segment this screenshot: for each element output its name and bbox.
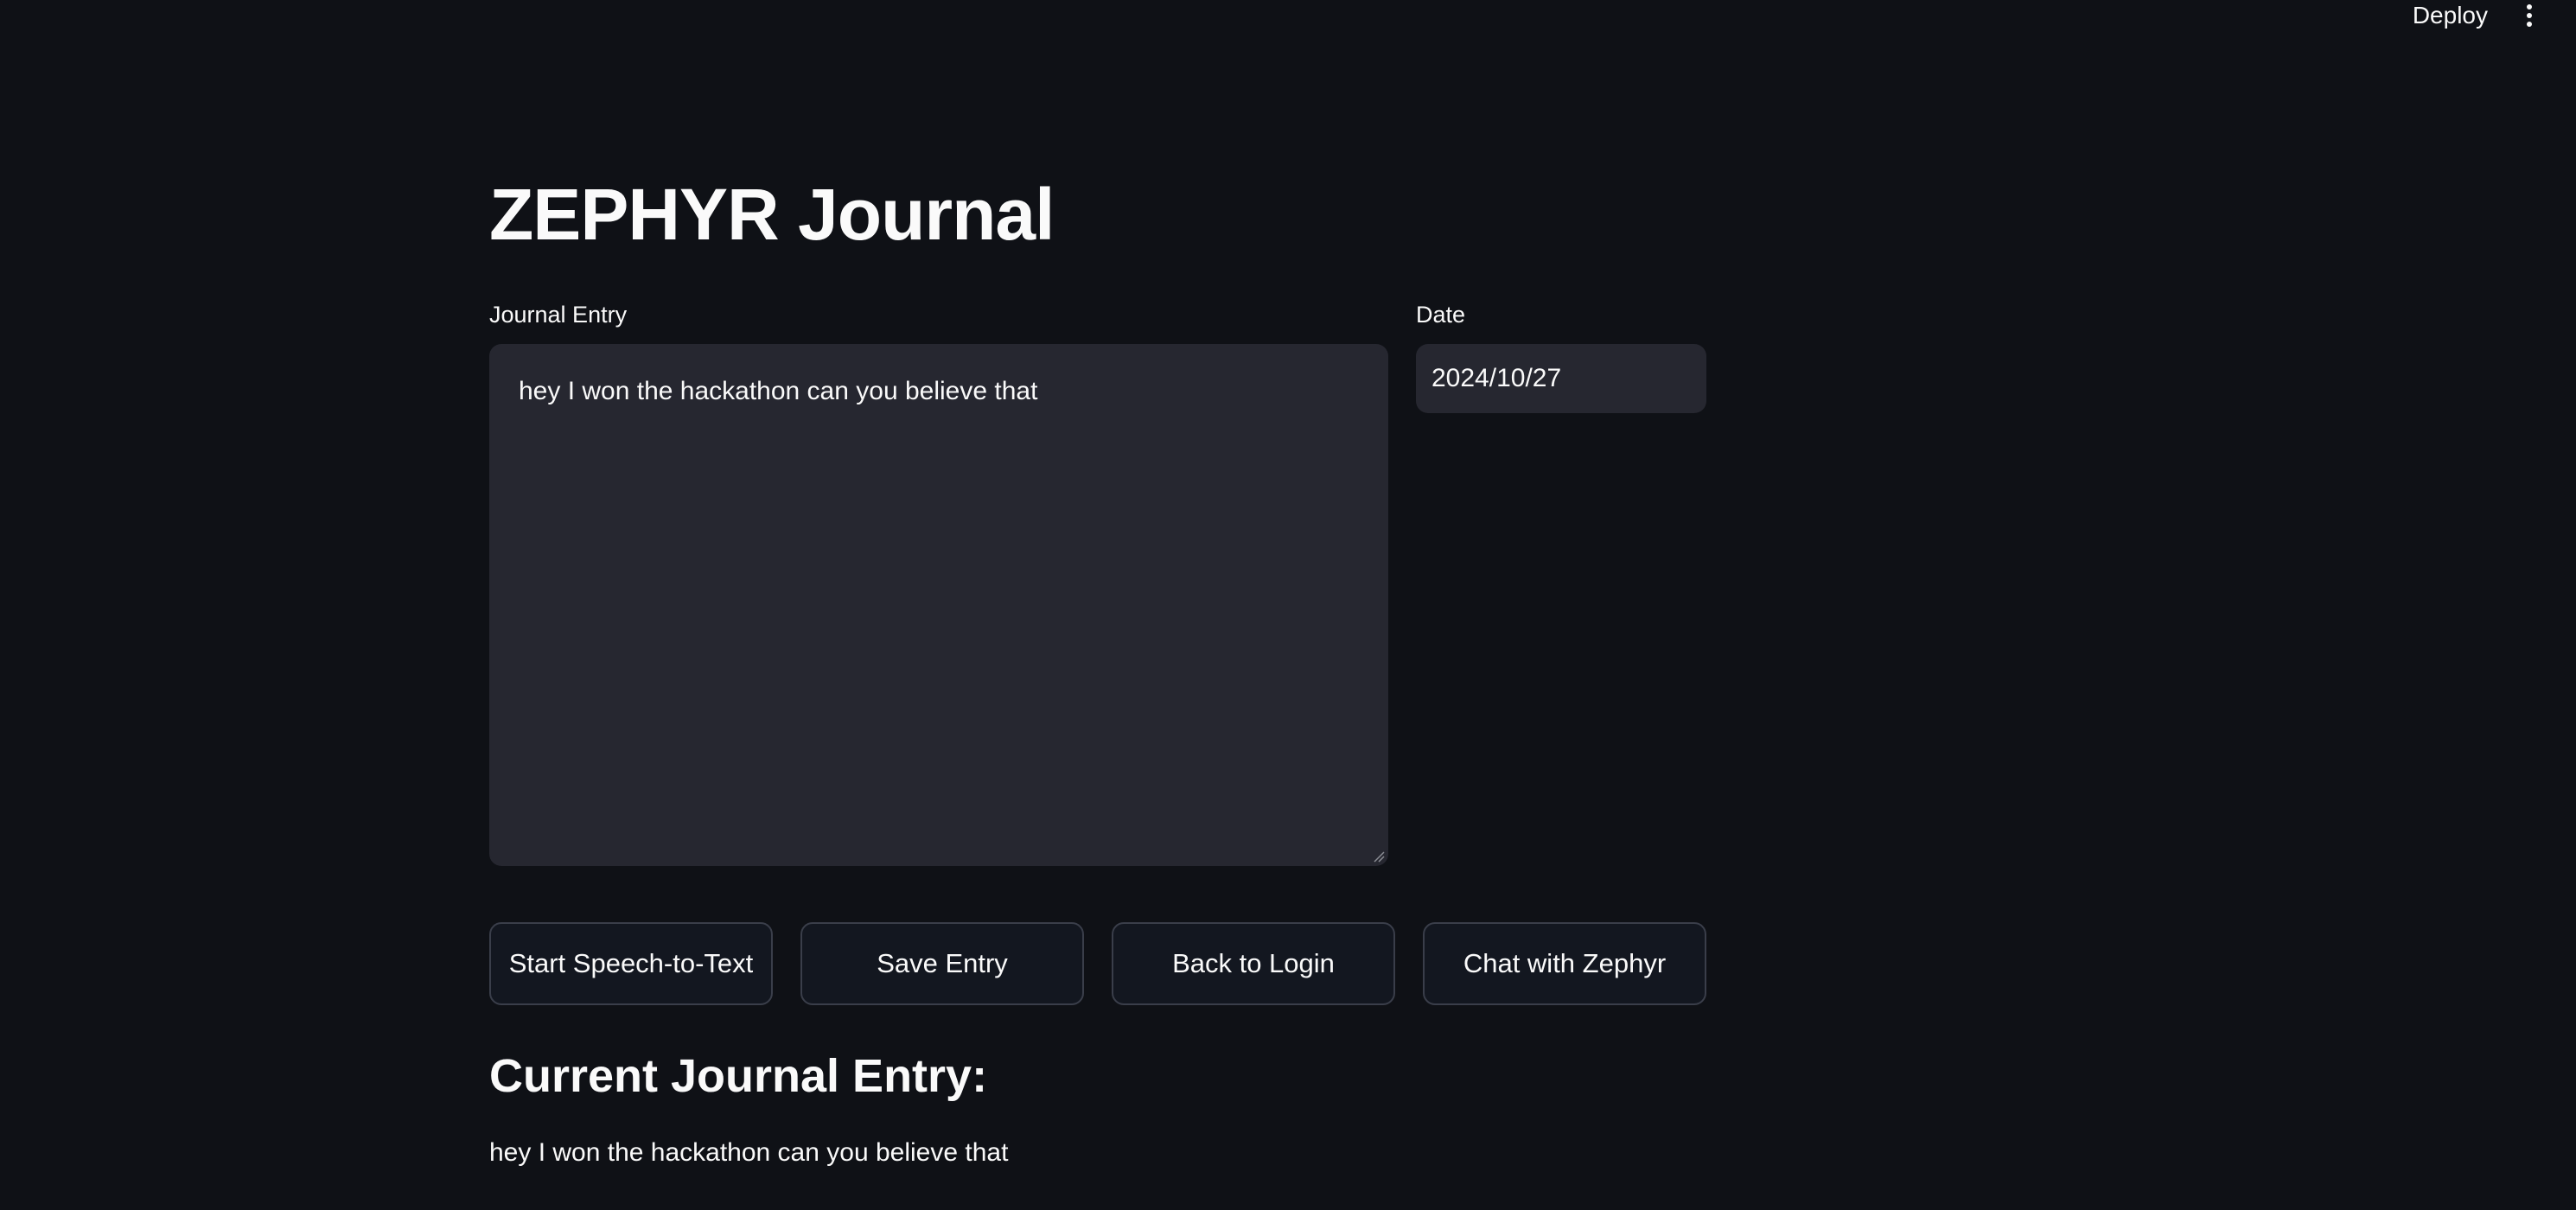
journal-entry-label: Journal Entry (489, 302, 628, 328)
date-input[interactable] (1416, 344, 1706, 413)
app-root: Deploy ZEPHYR Journal Journal Entry hey … (0, 0, 2576, 1210)
current-entry-heading: Current Journal Entry: (489, 1050, 988, 1102)
page-title: ZEPHYR Journal (489, 174, 1055, 255)
chat-with-zephyr-button[interactable]: Chat with Zephyr (1423, 922, 1706, 1005)
vertical-ellipsis-icon[interactable] (2521, 3, 2538, 29)
deploy-button[interactable]: Deploy (2413, 3, 2488, 28)
date-label: Date (1416, 302, 1466, 328)
save-entry-button[interactable]: Save Entry (800, 922, 1084, 1005)
back-to-login-button[interactable]: Back to Login (1112, 922, 1395, 1005)
start-speech-to-text-button[interactable]: Start Speech-to-Text (489, 922, 773, 1005)
resize-handle-icon[interactable] (1373, 850, 1385, 863)
journal-entry-textarea[interactable]: hey I won the hackathon can you believe … (489, 344, 1388, 866)
top-bar: Deploy (2413, 0, 2576, 31)
current-entry-text: hey I won the hackathon can you believe … (489, 1138, 1009, 1167)
